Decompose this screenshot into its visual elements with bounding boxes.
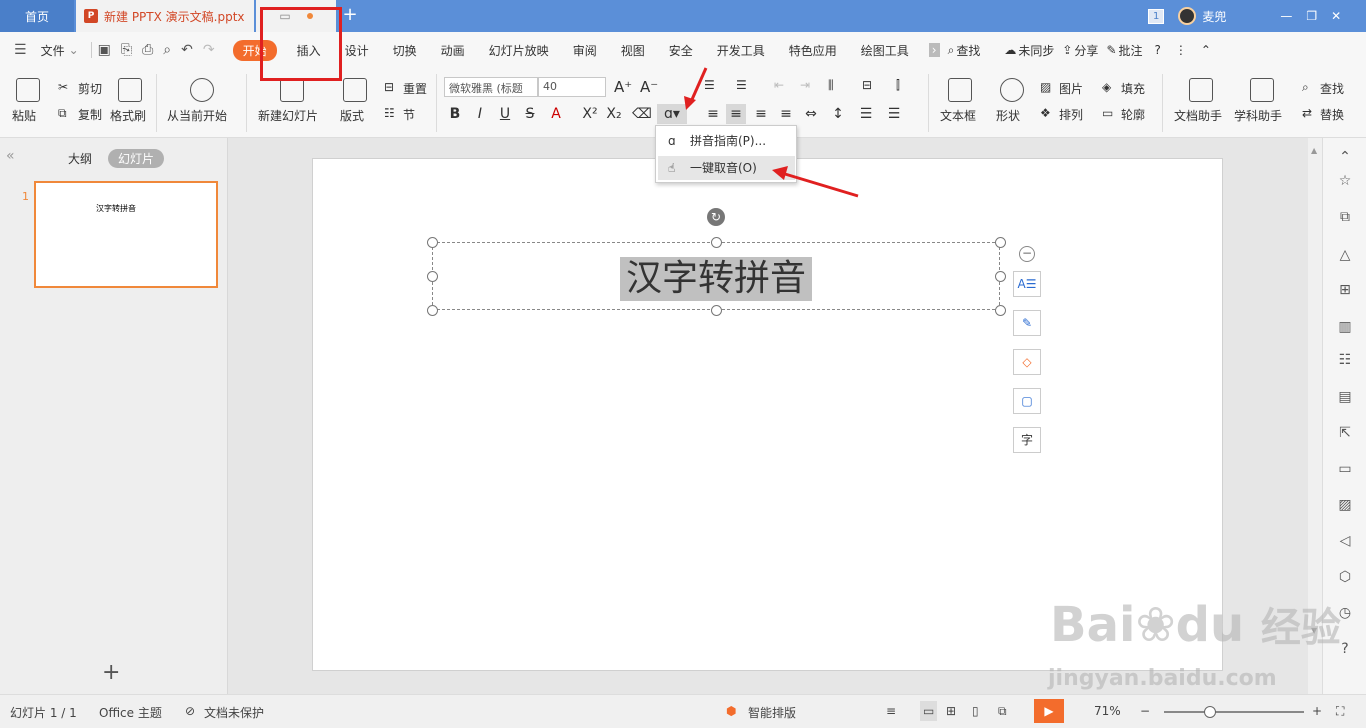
chart-icon[interactable]: ▥	[1336, 318, 1354, 336]
audio-icon[interactable]: ◁	[1336, 532, 1354, 550]
watermark-site: 经验	[1260, 605, 1341, 651]
smart-layout-button[interactable]: 智能排版	[748, 704, 796, 721]
layers-icon[interactable]: ▤	[1336, 388, 1354, 406]
settings-icon[interactable]: ☷	[1336, 351, 1354, 369]
protection-status[interactable]: 文档未保护	[204, 704, 264, 721]
smart-layout-icon: ⬢	[726, 704, 737, 718]
grid-icon[interactable]: ⊞	[1336, 281, 1354, 299]
archive-icon[interactable]: ▭	[1336, 460, 1354, 478]
normal-view-icon[interactable]: ▭	[920, 701, 938, 721]
play-slideshow-button[interactable]: ▶	[1034, 699, 1064, 723]
watermark-brand: Bai	[1050, 597, 1136, 653]
reading-view-icon[interactable]: ▯	[972, 704, 979, 718]
zoom-out-icon[interactable]: −	[1140, 704, 1150, 718]
presenter-icon[interactable]: ⧉	[998, 704, 1007, 719]
expand-icon[interactable]: ⌃	[1336, 148, 1354, 166]
arrow-head	[772, 166, 788, 180]
zoom-in-icon[interactable]: +	[1312, 704, 1322, 718]
arrow-line	[688, 67, 708, 105]
star-icon[interactable]: ☆	[1336, 172, 1354, 190]
watermark-logo: Bai❀du 经验	[1050, 600, 1341, 653]
export-icon[interactable]: ⇱	[1336, 424, 1354, 442]
slide-count: 幻灯片 1 / 1	[10, 706, 77, 720]
watermark-brand-2: du	[1175, 597, 1245, 653]
scroll-up-icon[interactable]: ▲	[1311, 146, 1317, 155]
arrow-line	[784, 172, 859, 198]
zoom-knob[interactable]	[1204, 706, 1216, 718]
notes-icon[interactable]: ≡	[886, 704, 896, 718]
fit-window-icon[interactable]: ⛶	[1336, 704, 1344, 719]
sorter-view-icon[interactable]: ⊞	[946, 704, 956, 718]
theme-name[interactable]: Office 主题	[99, 704, 162, 721]
shape-library-icon[interactable]: △	[1336, 246, 1354, 264]
image-icon[interactable]: ▨	[1336, 496, 1354, 514]
zoom-slider[interactable]	[1164, 711, 1304, 713]
zoom-level[interactable]: 71%	[1094, 704, 1121, 718]
status-bar: 幻灯片 1 / 1 Office 主题 ⊘ 文档未保护 ⬢ 智能排版 ≡ ▭ ⊞…	[0, 694, 1366, 728]
paw-icon: ❀	[1135, 597, 1176, 653]
copy-icon[interactable]: ⧉	[1336, 208, 1354, 226]
shield-icon: ⊘	[185, 704, 196, 718]
shield-icon[interactable]: ⬡	[1336, 568, 1354, 586]
watermark-url: jingyan.baidu.com	[1048, 666, 1277, 691]
